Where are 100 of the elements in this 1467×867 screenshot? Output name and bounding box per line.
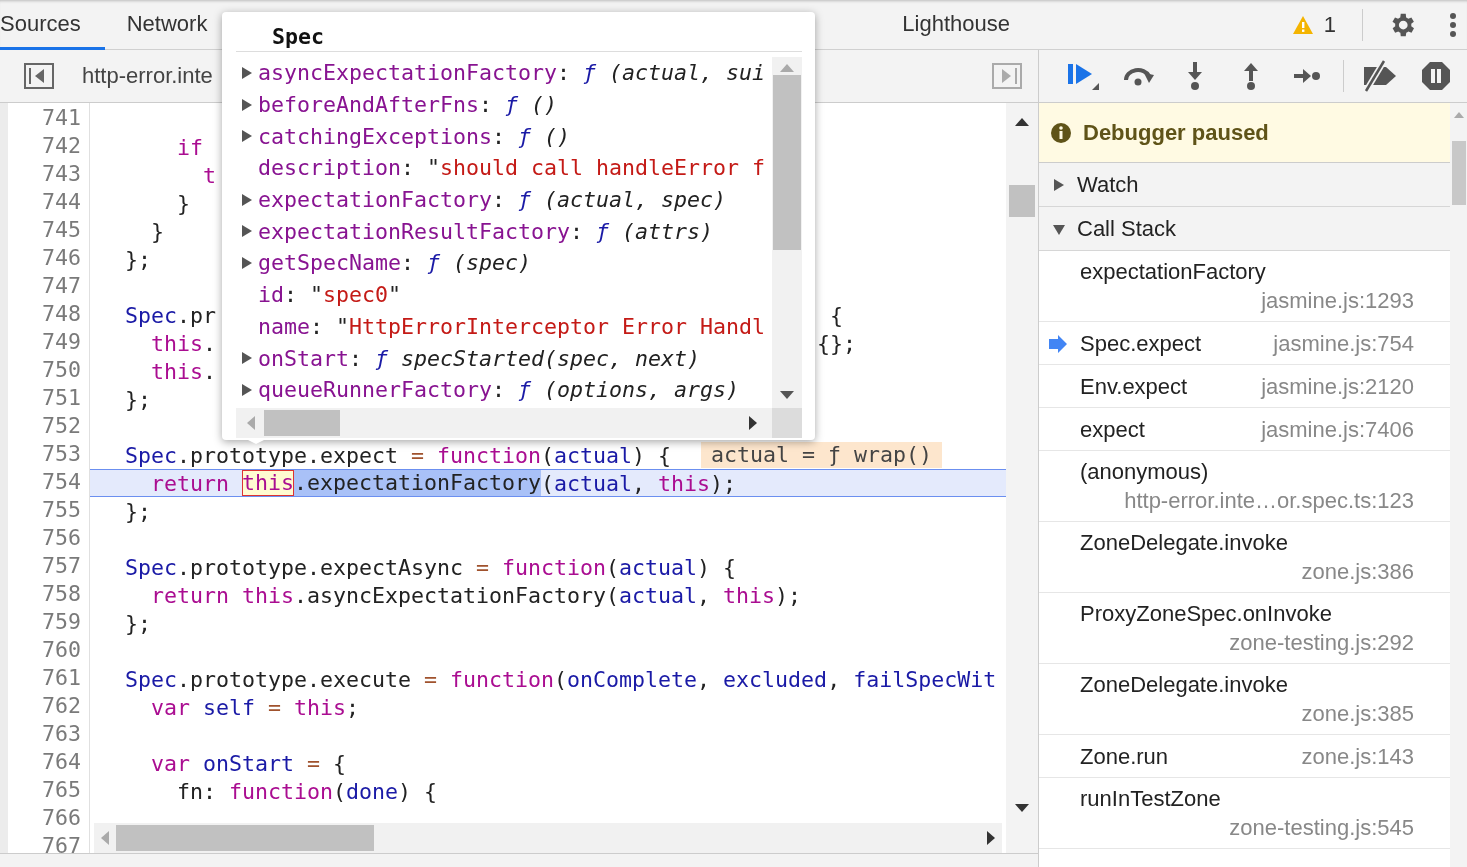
scroll-down-icon[interactable] xyxy=(1014,803,1030,813)
code-text: Spec.prototype.execute = function(onComplete, excluded, failSpecWit xyxy=(125,666,997,692)
line-number: 749 xyxy=(42,329,82,356)
step-icon[interactable] xyxy=(1293,67,1321,85)
frame-location: jasmine.js:754 xyxy=(1273,329,1414,358)
line-number: 762 xyxy=(42,693,82,720)
scrollbar-thumb[interactable] xyxy=(1451,141,1466,205)
property-text: asyncExpectationFactory: ƒ (actual, sui xyxy=(258,60,766,86)
line-number: 743 xyxy=(42,161,82,188)
scroll-up-icon[interactable] xyxy=(1014,117,1030,127)
status-text: Debugger paused xyxy=(1083,119,1269,146)
line-number: 767 xyxy=(42,833,82,860)
frame-name[interactable]: ZoneDelegate.invoke xyxy=(1080,670,1288,699)
property-text: name: "HttpErrorInterceptor Error Handl xyxy=(258,313,766,339)
line-number: 745 xyxy=(42,217,82,244)
deactivate-breakpoints-icon[interactable] xyxy=(1362,59,1398,93)
section-header[interactable]: Call Stack xyxy=(1039,207,1450,251)
line-number: 744 xyxy=(42,189,82,216)
frame-location: jasmine.js:2120 xyxy=(1261,372,1414,401)
code-text: { xyxy=(829,302,843,328)
line-number: 748 xyxy=(42,301,82,328)
line-number: 765 xyxy=(42,777,82,804)
code-text: this. xyxy=(150,330,217,356)
popover-title: Spec xyxy=(236,12,802,52)
code-text: }; xyxy=(125,498,151,524)
pause-on-exceptions-icon[interactable] xyxy=(1421,61,1451,91)
inline-value: actual = ƒ wrap() xyxy=(701,442,943,468)
warning-count: 1 xyxy=(1323,11,1336,38)
frame-location: zone-testing.js:545 xyxy=(1229,814,1414,842)
property-text: description: "should call handleError f xyxy=(258,155,766,181)
line-number: 759 xyxy=(42,609,82,636)
frame-location: zone-testing.js:292 xyxy=(1229,629,1414,657)
line-number: 766 xyxy=(42,805,82,832)
scrollbar-thumb[interactable] xyxy=(264,410,340,436)
code-text: Spec.prototype.expectAsync = function(actual) { xyxy=(125,554,737,580)
resume-icon[interactable] xyxy=(1066,61,1100,91)
selected-text: .expectationFactory xyxy=(294,470,542,496)
property-text: expectationFactory: ƒ (actual, spec) xyxy=(258,187,727,213)
code-text: var onStart = { xyxy=(150,750,347,776)
line-number: 753 xyxy=(42,441,82,468)
frame-name[interactable]: Spec.expect xyxy=(1080,328,1202,358)
scrollbar-thumb[interactable] xyxy=(773,75,801,250)
line-number: 764 xyxy=(42,749,82,776)
frame-name[interactable]: runInTestZone xyxy=(1080,784,1221,813)
code-text: {}; xyxy=(817,330,856,356)
property-text: expectationResultFactory: ƒ (attrs) xyxy=(258,218,714,244)
step-out-icon[interactable] xyxy=(1242,61,1260,91)
line-number: 752 xyxy=(42,413,82,440)
scroll-down-icon[interactable] xyxy=(779,390,795,400)
hovered-token: this xyxy=(242,470,295,496)
scrollbar-thumb[interactable] xyxy=(116,825,374,851)
frame-location: zone.js:143 xyxy=(1301,742,1414,771)
property-text: queueRunnerFactory: ƒ (options, args) xyxy=(258,377,740,403)
line-number: 742 xyxy=(42,133,82,160)
code-text: } xyxy=(150,218,164,244)
line-number: 757 xyxy=(42,553,82,580)
scrollbar-thumb[interactable] xyxy=(1009,185,1035,217)
section-header[interactable]: Watch xyxy=(1039,163,1450,207)
code-text: return xyxy=(150,470,230,496)
frame-name[interactable]: expectationFactory xyxy=(1080,257,1266,286)
tab[interactable]: Network xyxy=(104,0,222,50)
code-text: } xyxy=(176,190,190,216)
code-text: }; xyxy=(125,246,151,272)
frame-name[interactable]: Zone.run xyxy=(1080,741,1169,771)
code-text: Spec.prototype.expect = function(actual) { xyxy=(125,442,672,468)
frame-name[interactable]: (anonymous) xyxy=(1080,457,1209,486)
code-text: var self = this; xyxy=(150,694,360,720)
frame-name[interactable]: ProxyZoneSpec.onInvoke xyxy=(1080,599,1332,628)
scroll-right-icon[interactable] xyxy=(748,415,758,431)
code-text: this. xyxy=(150,358,217,384)
frame-location: zone.js:385 xyxy=(1301,700,1414,728)
line-number: 754 xyxy=(42,469,82,496)
code-text: }; xyxy=(125,386,151,412)
scroll-right-icon[interactable] xyxy=(986,830,996,846)
step-into-icon[interactable] xyxy=(1186,61,1204,91)
code-text: if xyxy=(176,134,203,160)
property-text: id: "spec0" xyxy=(258,282,402,308)
info-icon xyxy=(1051,122,1071,143)
line-number: 751 xyxy=(42,385,82,412)
frame-name[interactable]: expect xyxy=(1080,414,1145,444)
line-number: 746 xyxy=(42,245,82,272)
more-menu-icon[interactable] xyxy=(1449,11,1457,38)
line-number: 741 xyxy=(42,105,82,132)
code-text: }; xyxy=(125,610,151,636)
line-number: 756 xyxy=(42,525,82,552)
frame-name[interactable]: Env.expect xyxy=(1080,371,1188,401)
frame-name[interactable]: ZoneDelegate.invoke xyxy=(1080,528,1288,557)
code-text: t xyxy=(202,162,216,188)
frame-location: jasmine.js:7406 xyxy=(1261,415,1414,444)
line-number: 763 xyxy=(42,721,82,748)
tab[interactable]: Lighthouse xyxy=(880,0,1024,50)
panel-toggle-icon[interactable] xyxy=(992,63,1022,89)
line-number: 760 xyxy=(42,637,82,664)
frame-location: jasmine.js:1293 xyxy=(1261,287,1414,315)
line-number: 750 xyxy=(42,357,82,384)
frame-location: zone.js:386 xyxy=(1301,558,1414,586)
sidebar-toggle-icon[interactable] xyxy=(24,63,54,89)
warning-icon xyxy=(1291,14,1314,35)
code-text: (actual, this); xyxy=(541,470,737,496)
line-number: 747 xyxy=(42,273,82,300)
